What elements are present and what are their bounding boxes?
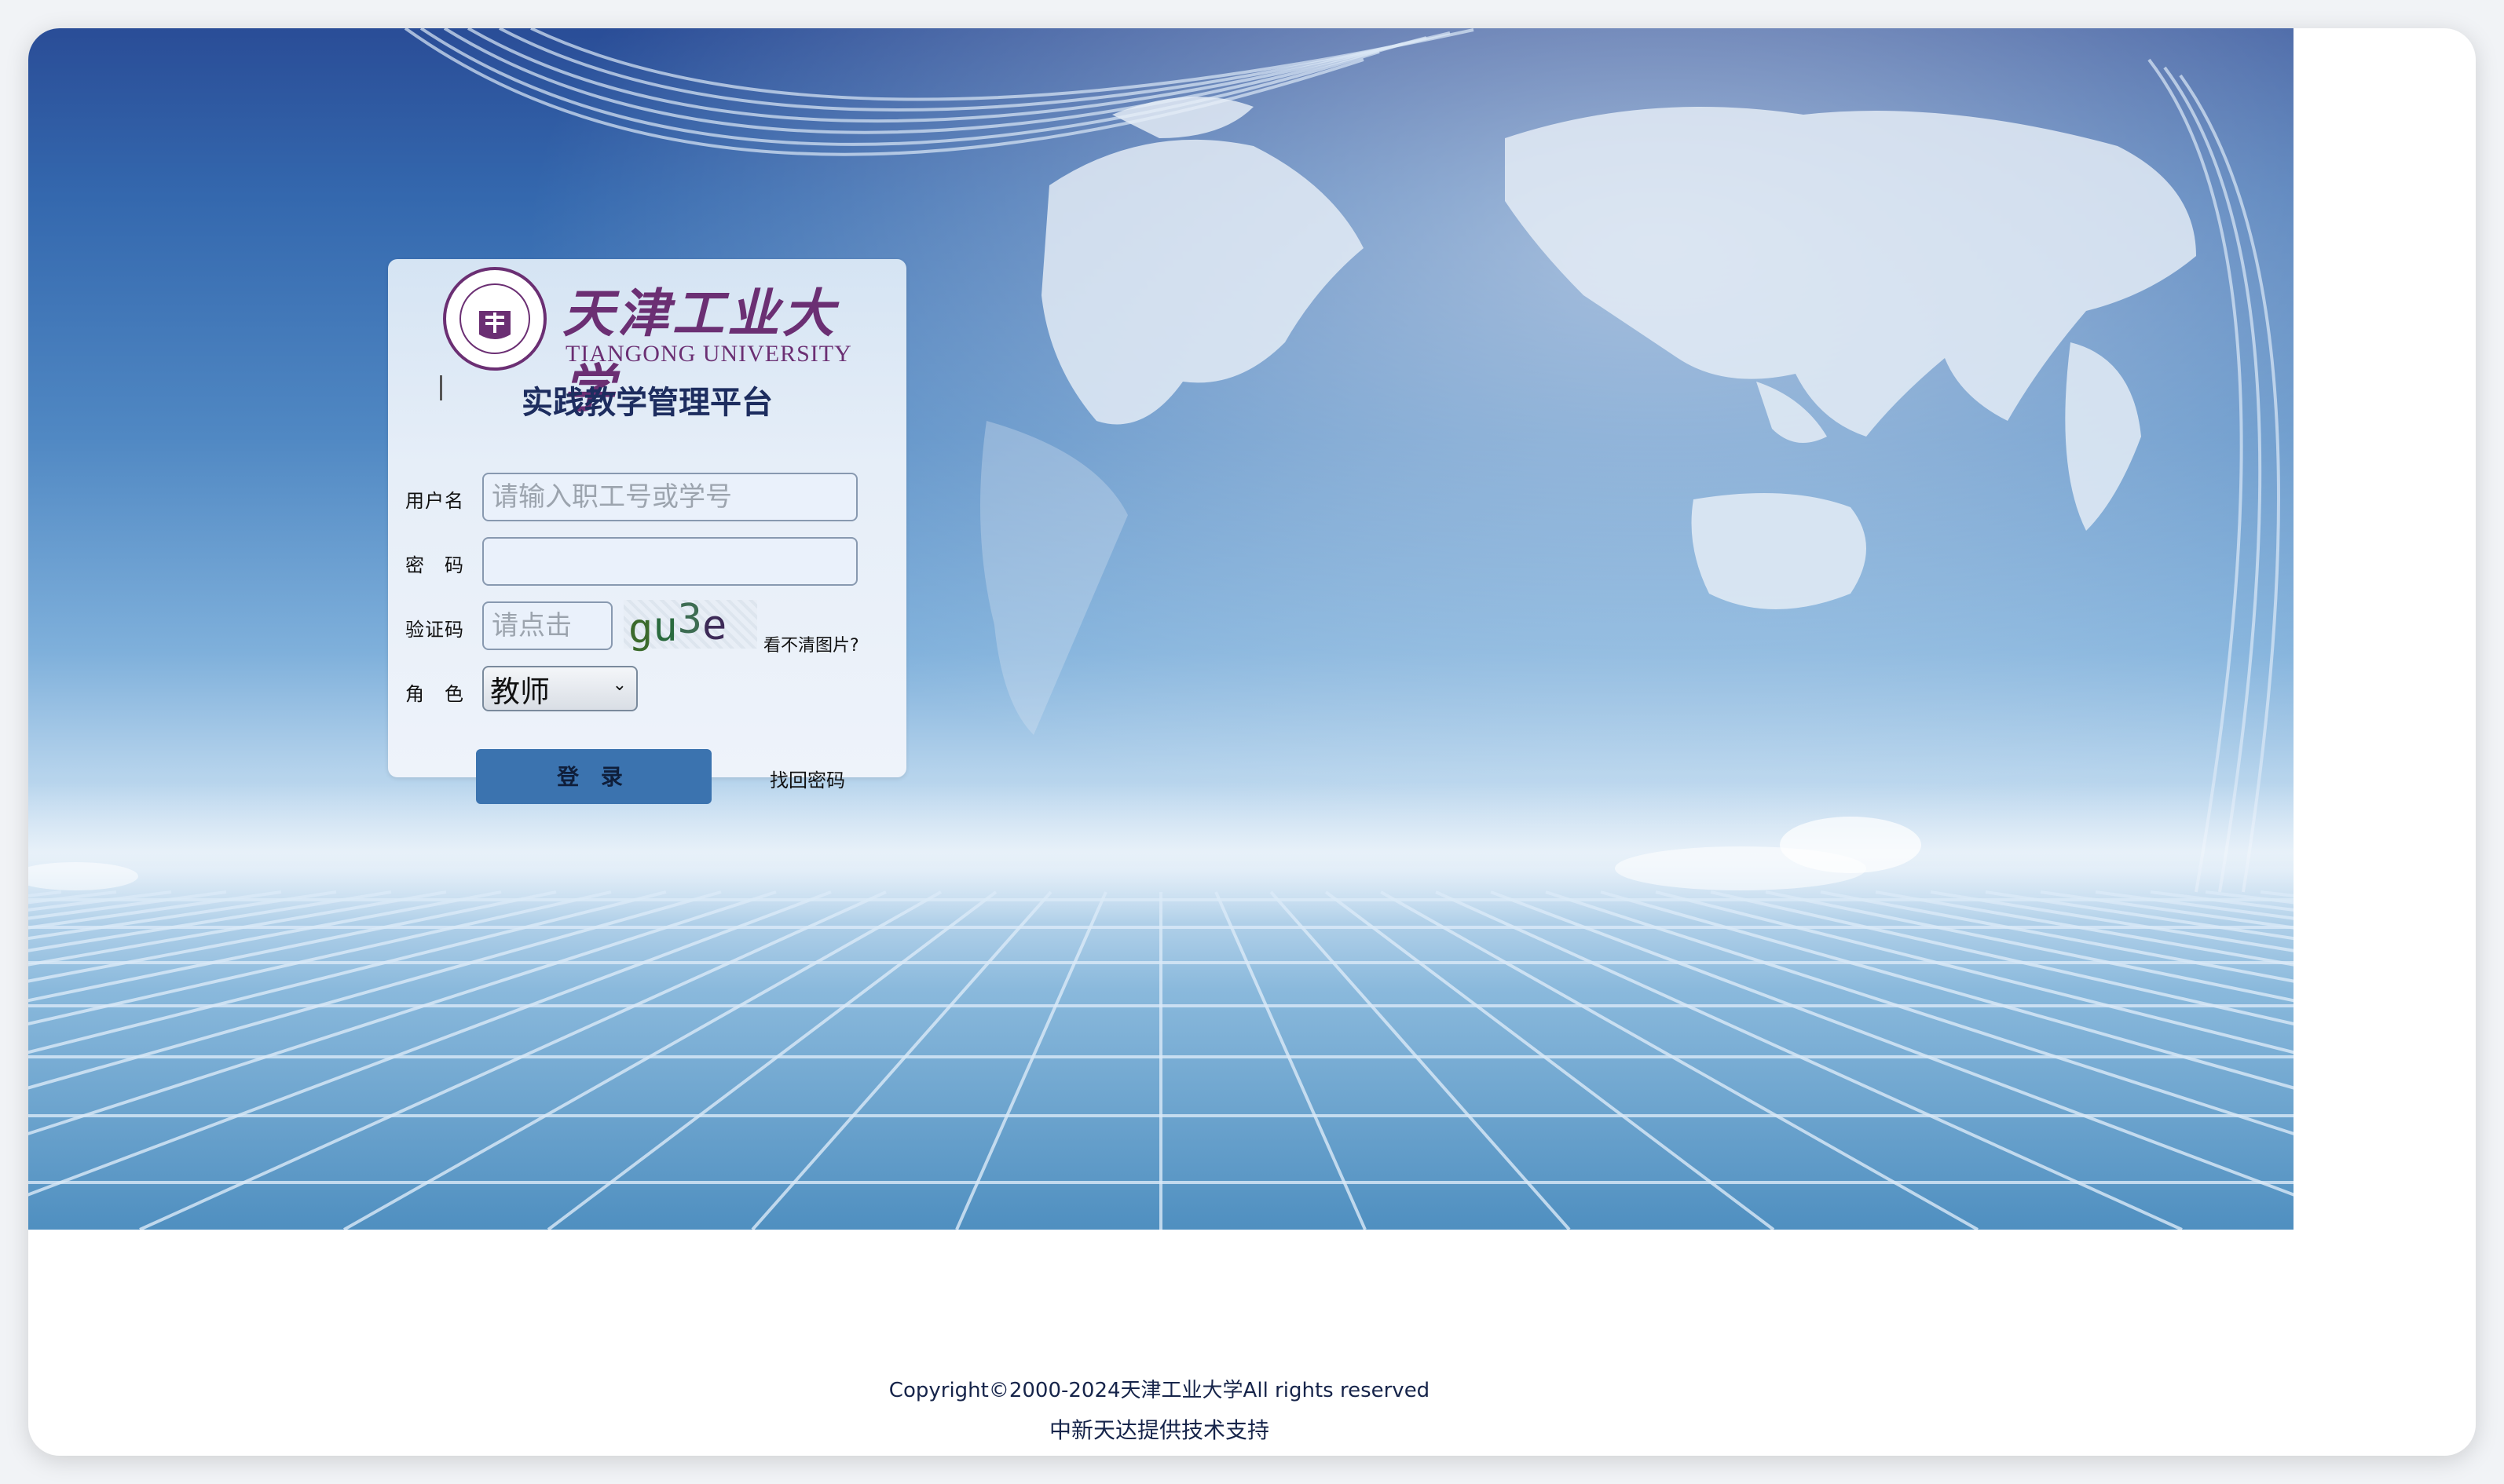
role-label: 角 色 — [405, 683, 464, 705]
captcha-label: 验证码 — [405, 619, 464, 641]
footer-copyright: Copyright©2000-2024天津工业大学All rights rese… — [888, 1379, 1430, 1402]
world-map-background — [28, 28, 2294, 1230]
captcha-char: e — [701, 602, 727, 649]
username-input[interactable] — [482, 473, 858, 521]
browser-page: 天津工业大学 TIANGONG UNIVERSITY 实践教学管理平台 用户名 … — [28, 28, 2476, 1456]
platform-title: 实践教学管理平台 — [522, 385, 773, 421]
login-button[interactable]: 登 录 — [476, 749, 712, 804]
chevron-down-icon: ⌄ — [612, 675, 627, 695]
captcha-input[interactable] — [482, 601, 613, 650]
refresh-captcha-link[interactable]: 看不清图片? — [763, 631, 859, 656]
hero-background — [28, 28, 2294, 1230]
password-input[interactable] — [482, 537, 858, 586]
password-label: 密 码 — [405, 554, 464, 576]
captcha-image[interactable]: g u 3 e — [624, 596, 757, 652]
login-panel: 天津工业大学 TIANGONG UNIVERSITY 实践教学管理平台 用户名 … — [388, 259, 906, 804]
forgot-password-link[interactable]: 找回密码 — [770, 765, 845, 792]
university-logo: 天津工业大学 TIANGONG UNIVERSITY — [443, 264, 867, 419]
captcha-char: u — [653, 604, 678, 651]
logo-en-name: TIANGONG UNIVERSITY — [566, 341, 852, 367]
captcha-char: 3 — [677, 596, 702, 643]
captcha-char: g — [628, 605, 653, 652]
username-label: 用户名 — [405, 490, 464, 512]
role-select[interactable]: 教师 ⌄ — [482, 666, 638, 711]
footer-support: 中新天达提供技术支持 — [1049, 1417, 1269, 1443]
role-selected-value: 教师 — [490, 674, 551, 709]
